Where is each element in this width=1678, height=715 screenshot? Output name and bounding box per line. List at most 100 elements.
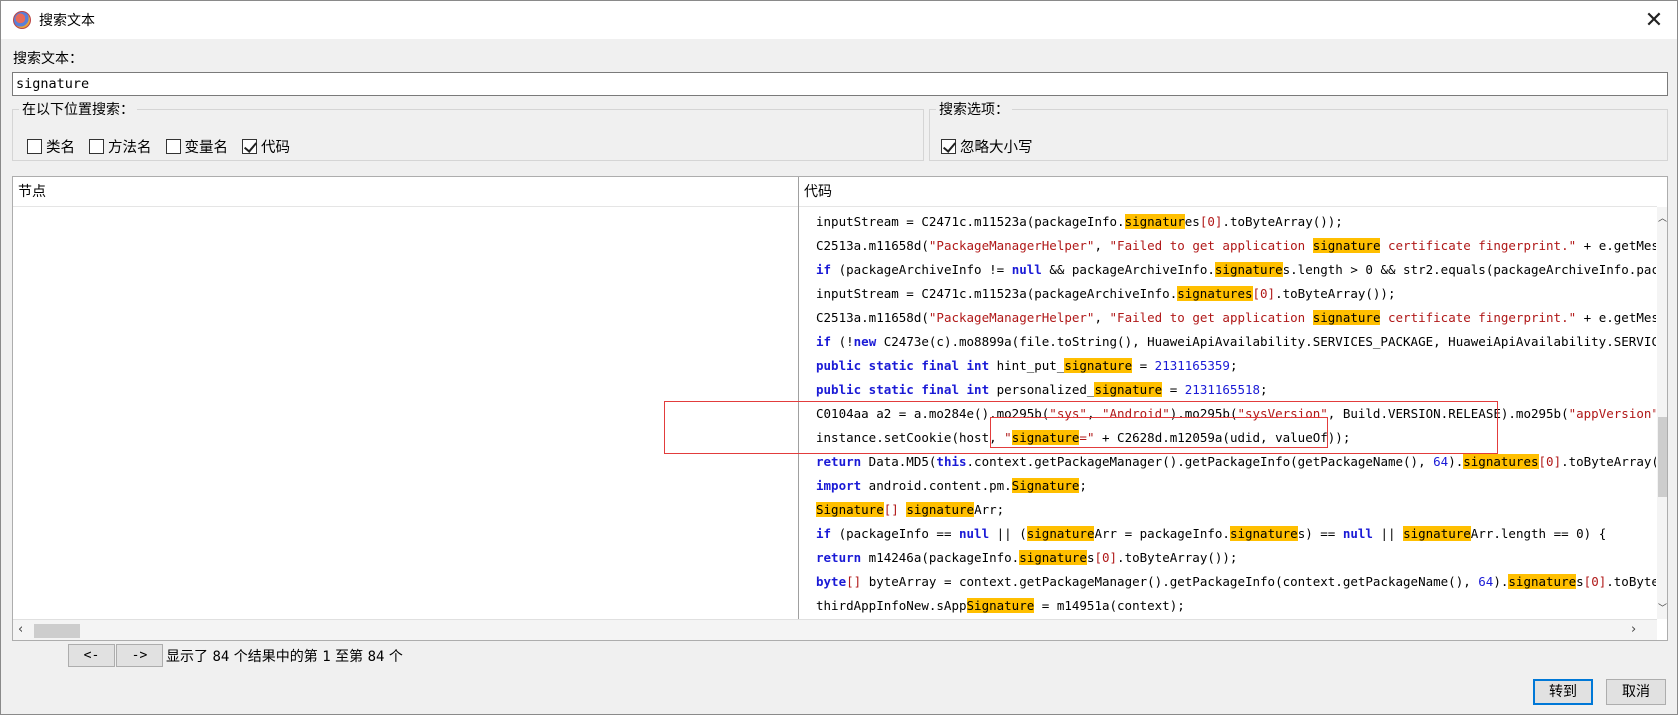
column-header-code[interactable]: 代码 xyxy=(799,177,1657,207)
code-token: [0] xyxy=(1199,214,1223,229)
code-token: [0] xyxy=(1252,286,1276,301)
code-cell[interactable]: inputStream = C2471c.m11523a(packageInfo… xyxy=(816,210,1656,234)
table-row[interactable]: com.huawei.hms.update.p184e.C2577q.m1183… xyxy=(13,330,1656,354)
code-token: public static final int xyxy=(816,358,990,373)
code-cell[interactable]: C2513a.m11658d("PackageManagerHelper", "… xyxy=(816,306,1656,330)
checkbox-field-name-box[interactable] xyxy=(165,139,181,154)
table-row[interactable]: com.tencent.smtt.sdk.p201a.C3460b.m14953… xyxy=(13,594,1643,618)
table-row[interactable]: com.tencent.bugly.crashreport.common.inf… xyxy=(13,522,1643,546)
cancel-button[interactable]: 取消 xyxy=(1606,679,1666,705)
goto-button[interactable]: 转到 xyxy=(1533,679,1593,705)
code-token: || ( xyxy=(989,526,1027,541)
scroll-down-icon[interactable]: ﹀ xyxy=(1657,601,1667,615)
match-highlight: signature xyxy=(1064,358,1133,373)
checkbox-code-box[interactable] xyxy=(242,139,257,154)
code-token: "PackageManagerHelper" xyxy=(928,310,1095,325)
match-highlight: signature xyxy=(1508,574,1577,589)
code-token: thirdAppInfoNew.sApp xyxy=(816,598,967,613)
match-highlight: signature xyxy=(906,502,975,517)
table-row[interactable]: com.iCitySuzhou.suzhou001.C2591R.stringp… xyxy=(13,354,1643,378)
app-logo-icon xyxy=(13,11,31,29)
search-in-options: 类名 方法名 变量名 代码 xyxy=(27,136,304,157)
vertical-scrollbar[interactable]: ︿ ﹀ xyxy=(1657,207,1667,619)
code-token: inputStream = C2471c.m11523a(packageInfo… xyxy=(816,214,1125,229)
checkbox-class-name[interactable]: 类名 xyxy=(27,136,75,157)
code-cell[interactable]: Signature[] signatureArr; xyxy=(816,498,1656,522)
table-row[interactable]: com.huawei.hms.p169c.C2473e.m11530e(Stri… xyxy=(13,210,1643,234)
horizontal-scrollbar[interactable]: ‹ › xyxy=(13,619,1657,640)
checkbox-ignore-case[interactable]: 忽略大小写 xyxy=(941,136,1033,157)
code-token: "Failed to get application xyxy=(1109,310,1313,325)
match-highlight: signature xyxy=(1094,382,1163,397)
code-token: import xyxy=(816,478,862,493)
match-highlight: signature xyxy=(1026,526,1095,541)
code-token: [0] xyxy=(1538,454,1562,469)
vertical-scroll-thumb[interactable] xyxy=(1658,417,1667,497)
code-cell[interactable]: if (packageInfo == null || (signatureArr… xyxy=(816,522,1656,546)
code-token: && packageArchiveInfo. xyxy=(1041,262,1215,277)
table-row[interactable]: com.tencent.bugly.crashreport.common.inf… xyxy=(13,498,1643,522)
code-token: Arr = packageInfo. xyxy=(1094,526,1230,541)
code-cell[interactable]: public static final int hint_put_signatu… xyxy=(816,354,1656,378)
search-label: 搜索文本： xyxy=(13,51,83,67)
table-row[interactable]: com.iCitySuzhou.suzhou001.C2591R.stringp… xyxy=(13,378,1643,402)
match-highlight: signature xyxy=(1312,238,1381,253)
code-cell[interactable]: inputStream = C2471c.m11523a(packageArch… xyxy=(816,282,1656,306)
code-token: 64 xyxy=(1478,574,1494,589)
scroll-up-icon[interactable]: ︿ xyxy=(1657,211,1667,225)
code-cell[interactable]: C2513a.m11658d("PackageManagerHelper", "… xyxy=(816,234,1656,258)
code-token: + e.getMessage()); xyxy=(1583,238,1656,253)
table-row[interactable]: com.huawei.hms.p169c.C2473e.m11530e(Stri… xyxy=(13,234,1656,258)
checkbox-method-name-box[interactable] xyxy=(89,139,104,154)
checkbox-code[interactable]: 代码 xyxy=(242,136,290,157)
table-row[interactable]: com.huawei.hms.p169c.C2473e.mo8899a(Stri… xyxy=(13,258,1656,282)
table-row[interactable]: com.huawei.hms.p169c.C2473e.mo8899a(Stri… xyxy=(13,306,1656,330)
checkbox-method-name[interactable]: 方法名 xyxy=(89,136,152,157)
next-page-button[interactable]: -> xyxy=(116,644,163,667)
horizontal-scroll-thumb[interactable] xyxy=(34,624,80,638)
checkbox-ignore-case-box[interactable] xyxy=(941,139,956,154)
column-header-node[interactable]: 节点 xyxy=(13,177,798,207)
code-token: null xyxy=(1011,262,1042,277)
code-cell[interactable]: if (packageArchiveInfo != null && packag… xyxy=(816,258,1656,282)
table-row[interactable]: com.tencent.smtt.sdk.p201a.C3460b.m14951… xyxy=(13,570,1656,594)
code-cell[interactable]: thirdAppInfoNew.sAppSignature = m14951a(… xyxy=(816,594,1656,618)
code-cell[interactable]: return m14246a(packageInfo.signatures[0]… xyxy=(816,546,1656,570)
code-token: + e.getMessage()); xyxy=(1583,310,1656,325)
prev-page-button[interactable]: <- xyxy=(68,644,115,667)
code-token: .toByteArray()); xyxy=(1275,286,1396,301)
table-row[interactable]: com.huawei.hms.p169c.C2473e.mo8899a(Stri… xyxy=(13,282,1643,306)
code-token: 2131165518 xyxy=(1184,382,1261,397)
checkbox-label: 类名 xyxy=(46,140,75,156)
code-token: certificate fingerprint." xyxy=(1380,310,1577,325)
status-to-word: 至第 xyxy=(335,649,364,665)
table-row[interactable]: com.tencent.bugly.crashreport.common.inf… xyxy=(13,546,1643,570)
code-token: ; xyxy=(1229,358,1238,373)
code-token: inputStream = C2471c.m11523a(packageArch… xyxy=(816,286,1178,301)
code-token: s.length > 0 && str2.equals(packageArchi… xyxy=(1282,262,1656,277)
search-input[interactable]: signature xyxy=(12,72,1668,96)
code-cell[interactable]: public static final int personalized_sig… xyxy=(816,378,1656,402)
code-cell[interactable]: import android.content.pm.Signature; xyxy=(816,474,1656,498)
table-row[interactable]: com.tencent.bugly.crashreport.common.inf… xyxy=(13,474,1643,498)
status-suffix: 个 xyxy=(388,649,403,665)
close-button[interactable]: ✕ xyxy=(1631,1,1677,39)
status-to: 84 xyxy=(367,649,385,665)
code-token: C2513a.m11658d( xyxy=(816,238,929,253)
code-token: ; xyxy=(1260,382,1268,397)
scroll-left-icon[interactable]: ‹ xyxy=(18,622,23,637)
checkbox-class-name-box[interactable] xyxy=(27,139,42,154)
code-token: s) == xyxy=(1297,526,1343,541)
code-cell[interactable]: if (!new C2473e(c).mo8899a(file.toString… xyxy=(816,330,1656,354)
checkbox-label: 变量名 xyxy=(184,140,229,156)
code-token: || xyxy=(1372,526,1404,541)
code-cell[interactable]: byte[] byteArray = context.getPackageMan… xyxy=(816,570,1656,594)
code-token: .toByteArray() xyxy=(1606,574,1656,589)
scroll-right-icon[interactable]: › xyxy=(1631,622,1636,637)
checkbox-field-name[interactable]: 变量名 xyxy=(165,136,229,157)
code-token: = m14951a(context); xyxy=(1034,598,1185,613)
code-token: C2473e(c).mo8899a(file.toString(), Huawe… xyxy=(876,334,1656,349)
search-options-group: 搜索选项： 忽略大小写 xyxy=(929,99,1668,161)
match-highlight: Signature xyxy=(966,598,1035,613)
search-options-legend: 搜索选项： xyxy=(936,99,1012,119)
